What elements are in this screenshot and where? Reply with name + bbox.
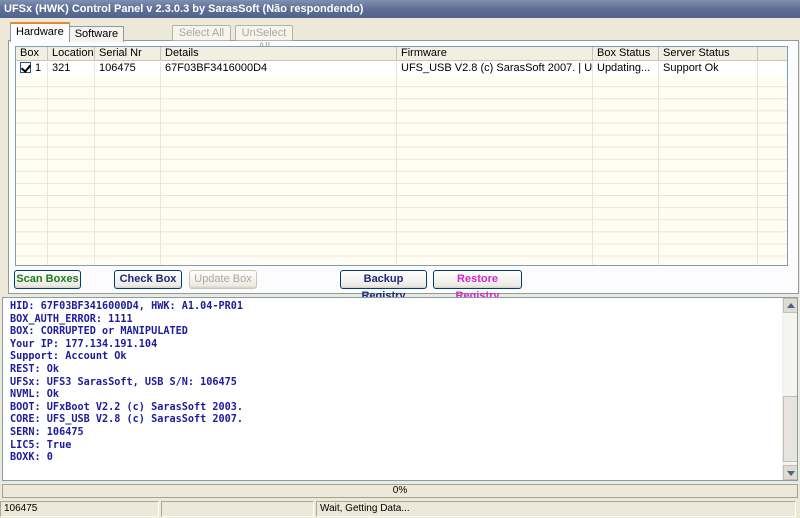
restore-registry-button[interactable]: Restore Registry: [433, 270, 522, 302]
log-line: BOX: CORRUPTED or MANIPULATED: [10, 326, 188, 338]
row-serial: 106475: [95, 62, 161, 76]
column-header-filler: [758, 47, 787, 61]
scan-boxes-button[interactable]: Scan Boxes: [14, 270, 81, 289]
log-line: BOX_AUTH_ERROR: 1111: [10, 313, 133, 325]
log-line: HID: 67F03BF3416000D4, HWK: A1.04-PR01: [10, 301, 244, 312]
column-divider: [160, 62, 161, 265]
progress-label: 0%: [392, 485, 408, 496]
column-header-box[interactable]: Box: [16, 47, 48, 61]
scroll-up-button[interactable]: [783, 298, 797, 313]
log-line: REST: Ok: [10, 363, 60, 375]
unselect-all-button[interactable]: UnSelect All: [235, 25, 293, 53]
log-line: Your IP: 177.134.191.104: [10, 338, 158, 350]
window-title: UFSx (HWK) Control Panel v 2.3.0.3 by Sa…: [4, 3, 364, 15]
table-row[interactable]: 1 321 106475 67F03BF3416000D4 UFS_USB V2…: [16, 62, 787, 76]
status-message: Wait, Getting Data...: [316, 501, 796, 517]
table-header: Box Location Serial Nr Details Firmware …: [16, 47, 787, 61]
row-box-cell[interactable]: 1: [16, 62, 48, 76]
arrow-down-icon: [787, 471, 795, 476]
tab-strip: Hardware Software: [10, 22, 125, 42]
log-output[interactable]: HID: 67F03BF3416000D4, HWK: A1.04-PR01 BO…: [2, 297, 798, 481]
row-location: 321: [48, 62, 95, 76]
column-divider: [94, 62, 95, 265]
log-line: SERN: 106475: [10, 426, 84, 438]
row-firmware: UFS_USB V2.8 (c) SarasSoft 2007. | UFxBo…: [397, 62, 593, 76]
column-divider: [47, 62, 48, 265]
row-select-checkbox[interactable]: [20, 62, 31, 73]
log-line: BOOT: UFxBoot V2.2 (c) SarasSoft 2003.: [10, 401, 244, 413]
column-header-server-status[interactable]: Server Status: [659, 47, 758, 61]
window-title-bar[interactable]: UFSx (HWK) Control Panel v 2.3.0.3 by Sa…: [0, 0, 800, 18]
check-box-button[interactable]: Check Box: [114, 270, 182, 289]
column-header-serial[interactable]: Serial Nr: [95, 47, 161, 61]
boxes-table[interactable]: Box Location Serial Nr Details Firmware …: [15, 46, 788, 266]
column-divider: [757, 62, 758, 265]
log-line: CORE: UFS_USB V2.8 (c) SarasSoft 2007.: [10, 414, 244, 426]
log-line: Support: Account Ok: [10, 351, 127, 363]
column-divider: [658, 62, 659, 265]
column-header-location[interactable]: Location: [48, 47, 95, 61]
scroll-thumb[interactable]: [783, 396, 797, 462]
log-line: UFSx: UFS3 SarasSoft, USB S/N: 106475: [10, 376, 237, 388]
row-server-status: Support Ok: [659, 62, 758, 76]
log-line: NVML: Ok: [10, 389, 60, 401]
arrow-up-icon: [787, 303, 795, 308]
status-middle: [161, 501, 314, 517]
row-box-status: Updating...: [593, 62, 659, 76]
scroll-down-button[interactable]: [783, 465, 797, 480]
status-bar: 106475 Wait, Getting Data...: [0, 500, 800, 518]
update-box-button[interactable]: Update Box: [189, 270, 257, 289]
progress-bar: 0%: [2, 484, 798, 498]
table-body: [16, 62, 787, 265]
column-header-firmware[interactable]: Firmware: [397, 47, 593, 61]
select-all-button[interactable]: Select All: [172, 25, 231, 41]
backup-registry-button[interactable]: Backup Registry: [340, 270, 427, 302]
log-line: BOXK: 0: [10, 452, 53, 464]
log-text: HID: 67F03BF3416000D4, HWK: A1.04-PR01 BO…: [10, 301, 243, 465]
tab-software[interactable]: Software: [68, 26, 125, 42]
row-box-number: 1: [35, 62, 42, 74]
column-divider: [396, 62, 397, 265]
log-line: LIC5: True: [10, 439, 72, 451]
log-scrollbar[interactable]: [782, 298, 797, 480]
status-serial: 106475: [0, 501, 159, 517]
column-divider: [592, 62, 593, 265]
column-header-details[interactable]: Details: [161, 47, 397, 61]
column-header-box-status[interactable]: Box Status: [593, 47, 659, 61]
tab-hardware[interactable]: Hardware: [10, 22, 70, 42]
row-details: 67F03BF3416000D4: [161, 62, 397, 76]
